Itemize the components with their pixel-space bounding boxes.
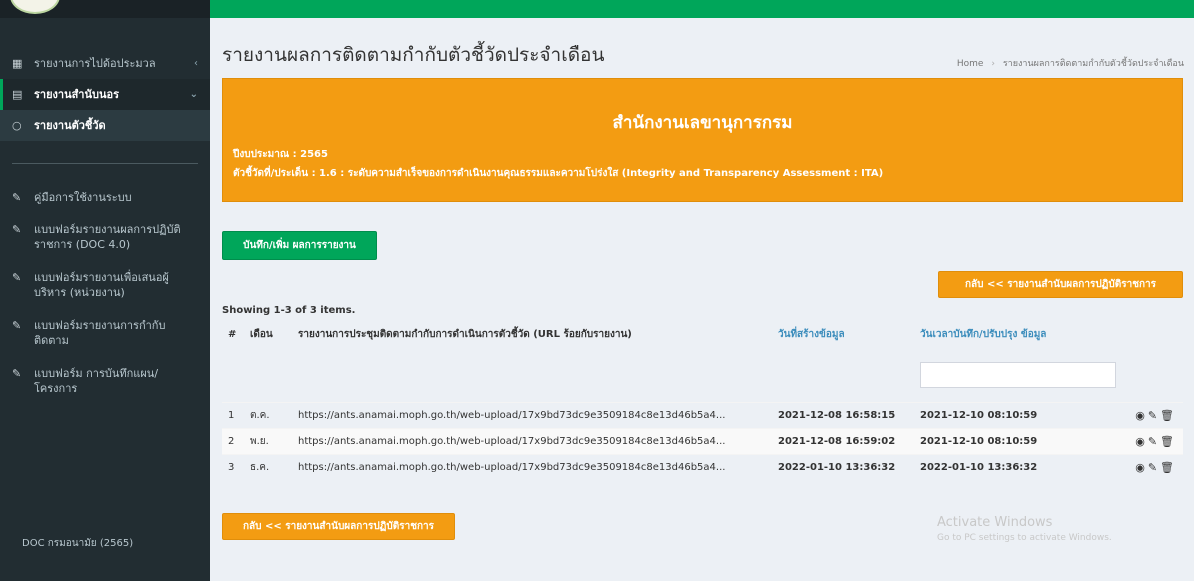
trash-icon[interactable]: 🗑	[1160, 461, 1177, 474]
sidebar: ▦ รายงานการไปด้อประมวล ‹ ▤ รายงานสำนับนอ…	[0, 0, 210, 581]
filter-cell	[244, 348, 292, 402]
filter-cell	[772, 348, 914, 402]
breadcrumb-current: รายงานผลการติดตามกำกับตัวชี้วัดประจำเดือ…	[1002, 59, 1184, 69]
sidebar-item-manual[interactable]: ✎ คู่มือการใช้งานระบบ	[0, 182, 210, 213]
sidebar-item-form-monitoring[interactable]: ✎ แบบฟอร์มรายงานการกำกับติดตาม	[0, 309, 210, 357]
sidebar-item-form-executive[interactable]: ✎ แบบฟอร์มรายงานเพื่อเสนอผู้บริหาร (หน่ว…	[0, 261, 210, 309]
banner-year: ปีงบประมาณ : 2565	[233, 149, 328, 160]
breadcrumb-home[interactable]: Home	[957, 59, 984, 69]
circle-icon: ○	[12, 119, 22, 132]
logo	[10, 0, 60, 14]
sidebar-item-label: รายงานสำนับนอร	[34, 88, 120, 101]
logo-strip	[0, 0, 210, 18]
windows-activation-watermark: Activate Windows Go to PC settings to ac…	[937, 515, 1112, 543]
sidebar-divider	[12, 163, 198, 164]
updated-filter-input[interactable]	[920, 361, 1116, 388]
col-header-created[interactable]: วันที่สร้างข้อมูล	[772, 320, 914, 348]
sidebar-item-label: แบบฟอร์มรายงานการกำกับติดตาม	[34, 319, 166, 347]
col-header-report: รายงานการประชุมติดตามกำกับการดำเนินการตั…	[298, 328, 632, 340]
watermark-title: Activate Windows	[937, 515, 1053, 530]
chevron-down-icon: ⌄	[189, 89, 198, 100]
row-actions: ◉✎🗑	[1122, 427, 1183, 454]
page-title: รายงานผลการติดตามกำกับตัวชี้วัดประจำเดือ…	[222, 44, 605, 66]
sidebar-item-indicator-report[interactable]: ○ รายงานตัวชี้วัด	[0, 110, 210, 141]
table-icon: ▦	[12, 57, 23, 70]
filter-cell	[292, 348, 772, 402]
report-table: # เดือน รายงานการประชุมติดตามกำกับการดำเ…	[222, 320, 1183, 480]
back-button-top[interactable]: กลับ << รายงานสำนับผลการปฏิบัติราชการ	[938, 271, 1183, 298]
book-icon: ✎	[12, 367, 22, 380]
row-actions: ◉✎🗑	[1122, 453, 1183, 480]
row-month: ธ.ค.	[244, 453, 292, 480]
row-created: 2022-01-10 13:36:32	[772, 453, 914, 480]
table-row: 1 ต.ค. https://ants.anamai.moph.go.th/we…	[222, 401, 1183, 428]
book-icon: ✎	[12, 271, 22, 284]
row-actions: ◉✎🗑	[1122, 401, 1183, 428]
file-icon: ▤	[12, 88, 23, 101]
add-result-button[interactable]: บันทึก/เพิ่ม ผลการรายงาน	[222, 231, 377, 260]
top-navbar	[210, 0, 1194, 18]
row-updated: 2022-01-10 13:36:32	[914, 453, 1122, 480]
sidebar-item-report-summary[interactable]: ▦ รายงานการไปด้อประมวล ‹	[0, 48, 210, 79]
sidebar-item-label: แบบฟอร์มรายงานผลการปฏิบัติราชการ (DOC 4.…	[34, 223, 181, 251]
row-month: ต.ค.	[244, 401, 292, 428]
table-summary: Showing 1-3 of 3 items.	[222, 305, 356, 316]
col-header-updated[interactable]: วันเวลาบันทึก/ปรับปรุง ข้อมูล	[914, 320, 1122, 348]
breadcrumb-separator: ›	[991, 59, 995, 69]
back-button-bottom[interactable]: กลับ << รายงานสำนับผลการปฏิบัติราชการ	[222, 513, 455, 540]
main-content: รายงานผลการติดตามกำกับตัวชี้วัดประจำเดือ…	[210, 18, 1194, 581]
sidebar-item-label: รายงานตัวชี้วัด	[34, 119, 106, 132]
info-banner: สำนักงานเลขานุการกรม ปีงบประมาณ : 2565 ต…	[222, 78, 1183, 202]
filter-cell	[222, 348, 244, 402]
table-header-row: # เดือน รายงานการประชุมติดตามกำกับการดำเ…	[222, 320, 1183, 348]
book-icon: ✎	[12, 319, 22, 332]
watermark-subtitle: Go to PC settings to activate Windows.	[937, 533, 1112, 543]
filter-cell	[1122, 348, 1183, 402]
book-icon: ✎	[12, 223, 22, 236]
sidebar-item-office-report[interactable]: ▤ รายงานสำนับนอร ⌄	[0, 79, 210, 110]
row-num: 2	[222, 427, 244, 454]
banner-title: สำนักงานเลขานุการกรม	[612, 113, 793, 133]
view-icon[interactable]: ◉	[1135, 461, 1148, 474]
edit-icon[interactable]: ✎	[1148, 409, 1160, 422]
sidebar-item-form-doc[interactable]: ✎ แบบฟอร์มรายงานผลการปฏิบัติราชการ (DOC …	[0, 213, 210, 261]
sidebar-item-label: แบบฟอร์ม การบันทึกแผน/โครงการ	[34, 367, 159, 395]
book-icon: ✎	[12, 191, 22, 204]
edit-icon[interactable]: ✎	[1148, 435, 1160, 448]
row-created: 2021-12-08 16:58:15	[772, 401, 914, 428]
row-url-link[interactable]: https://ants.anamai.moph.go.th/web-uploa…	[292, 401, 772, 428]
row-month: พ.ย.	[244, 427, 292, 454]
view-icon[interactable]: ◉	[1135, 409, 1148, 422]
sidebar-nav: ▦ รายงานการไปด้อประมวล ‹ ▤ รายงานสำนับนอ…	[0, 18, 210, 405]
banner-indicator: ตัวชี้วัดที่/ประเด็น : 1.6 : ระดับความสำ…	[233, 168, 884, 179]
breadcrumb: Home › รายงานผลการติดตามกำกับตัวชี้วัดปร…	[957, 56, 1184, 70]
sidebar-footer-item[interactable]: DOC กรมอนามัย (2565)	[0, 536, 210, 551]
view-icon[interactable]: ◉	[1135, 435, 1148, 448]
row-created: 2021-12-08 16:59:02	[772, 427, 914, 454]
filter-cell	[914, 348, 1122, 402]
row-url-link[interactable]: https://ants.anamai.moph.go.th/web-uploa…	[292, 453, 772, 480]
col-header-month: เดือน	[250, 328, 273, 340]
sidebar-item-label: รายงานการไปด้อประมวล	[34, 57, 156, 70]
row-num: 1	[222, 401, 244, 428]
chevron-left-icon: ‹	[194, 58, 198, 69]
sidebar-item-label: แบบฟอร์มรายงานเพื่อเสนอผู้บริหาร (หน่วยง…	[34, 271, 169, 299]
row-url-link[interactable]: https://ants.anamai.moph.go.th/web-uploa…	[292, 427, 772, 454]
trash-icon[interactable]: 🗑	[1160, 435, 1177, 448]
filter-row	[222, 348, 1183, 402]
row-updated: 2021-12-10 08:10:59	[914, 427, 1122, 454]
col-header-num: #	[228, 328, 237, 340]
sidebar-item-form-project[interactable]: ✎ แบบฟอร์ม การบันทึกแผน/โครงการ	[0, 357, 210, 405]
table-row: 2 พ.ย. https://ants.anamai.moph.go.th/we…	[222, 427, 1183, 454]
sidebar-item-label: คู่มือการใช้งานระบบ	[34, 191, 132, 204]
table-row: 3 ธ.ค. https://ants.anamai.moph.go.th/we…	[222, 453, 1183, 480]
col-header-actions	[1122, 320, 1183, 348]
edit-icon[interactable]: ✎	[1148, 461, 1160, 474]
row-updated: 2021-12-10 08:10:59	[914, 401, 1122, 428]
row-num: 3	[222, 453, 244, 480]
trash-icon[interactable]: 🗑	[1160, 409, 1177, 422]
